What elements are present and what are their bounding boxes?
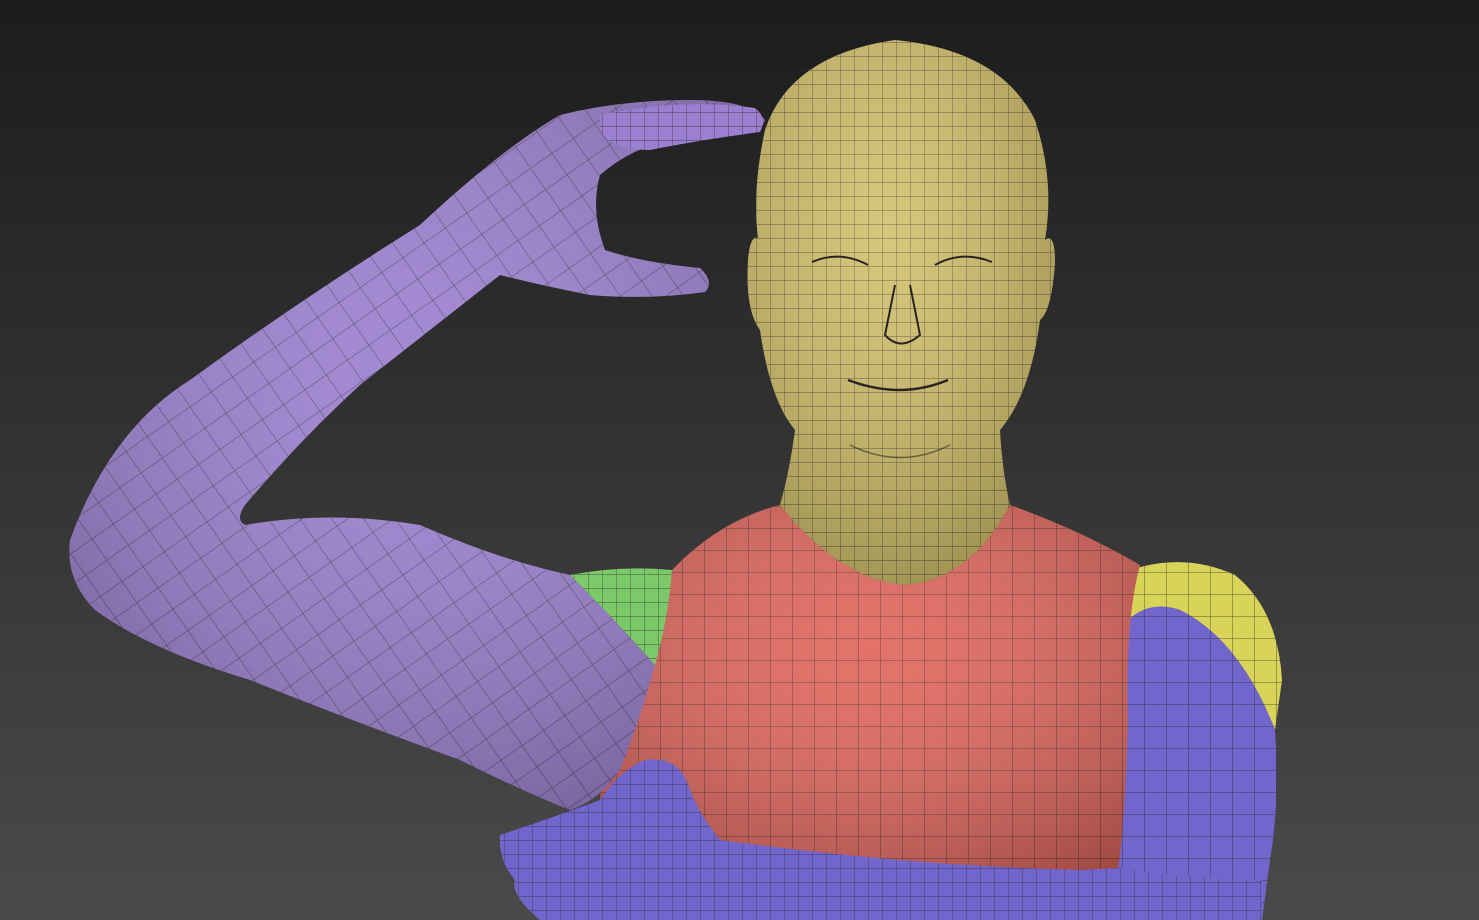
mesh-render — [69, 40, 1282, 920]
zbrush-viewport[interactable] — [0, 0, 1479, 920]
head-polygroup — [747, 40, 1055, 585]
raised-hand-fingers — [600, 104, 764, 150]
